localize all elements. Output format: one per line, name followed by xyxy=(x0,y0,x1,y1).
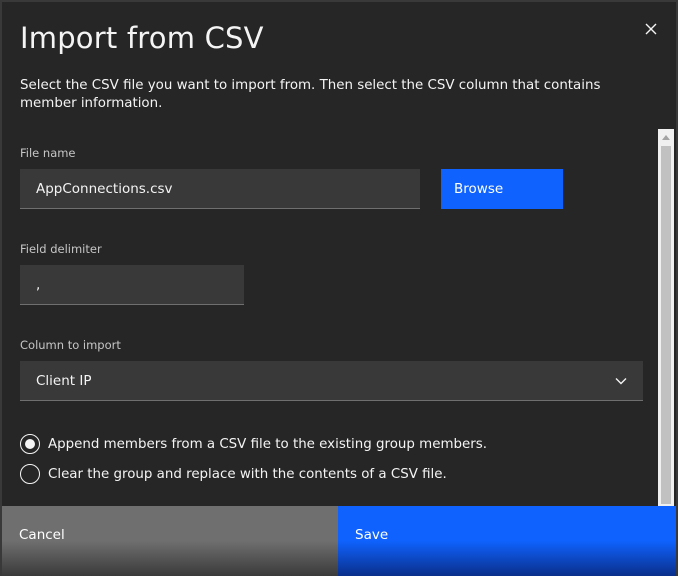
radio-clear-label: Clear the group and replace with the con… xyxy=(48,466,447,482)
field-delimiter-label: Field delimiter xyxy=(20,242,102,256)
browse-button[interactable]: Browse xyxy=(441,169,563,209)
radio-append-label: Append members from a CSV file to the ex… xyxy=(48,436,487,452)
radio-button-unselected[interactable] xyxy=(20,464,40,484)
scroll-up-arrow-icon[interactable] xyxy=(658,129,674,145)
save-button[interactable]: Save xyxy=(338,506,676,576)
field-delimiter-input[interactable] xyxy=(20,265,244,305)
chevron-down-icon xyxy=(615,377,627,384)
radio-append-members[interactable]: Append members from a CSV file to the ex… xyxy=(20,434,487,454)
column-to-import-value: Client IP xyxy=(36,372,92,389)
import-csv-dialog: Import from CSV Select the CSV file you … xyxy=(0,0,678,576)
scrollbar-thumb[interactable] xyxy=(661,146,671,504)
close-button[interactable] xyxy=(638,16,664,42)
cancel-button[interactable]: Cancel xyxy=(2,506,338,576)
radio-button-selected[interactable] xyxy=(20,434,40,454)
radio-dot xyxy=(25,439,35,449)
dialog-title: Import from CSV xyxy=(20,21,264,55)
column-to-import-select[interactable]: Client IP xyxy=(20,361,643,401)
radio-clear-replace[interactable]: Clear the group and replace with the con… xyxy=(20,464,447,484)
dialog-footer: Cancel Save xyxy=(2,506,676,576)
dialog-description: Select the CSV file you want to import f… xyxy=(20,78,601,111)
close-icon xyxy=(645,23,657,35)
file-name-label: File name xyxy=(20,146,76,160)
dialog-body: File name Browse Field delimiter Column … xyxy=(2,129,676,506)
vertical-scrollbar[interactable] xyxy=(658,129,674,506)
column-to-import-label: Column to import xyxy=(20,338,121,352)
file-name-input[interactable] xyxy=(20,169,420,209)
